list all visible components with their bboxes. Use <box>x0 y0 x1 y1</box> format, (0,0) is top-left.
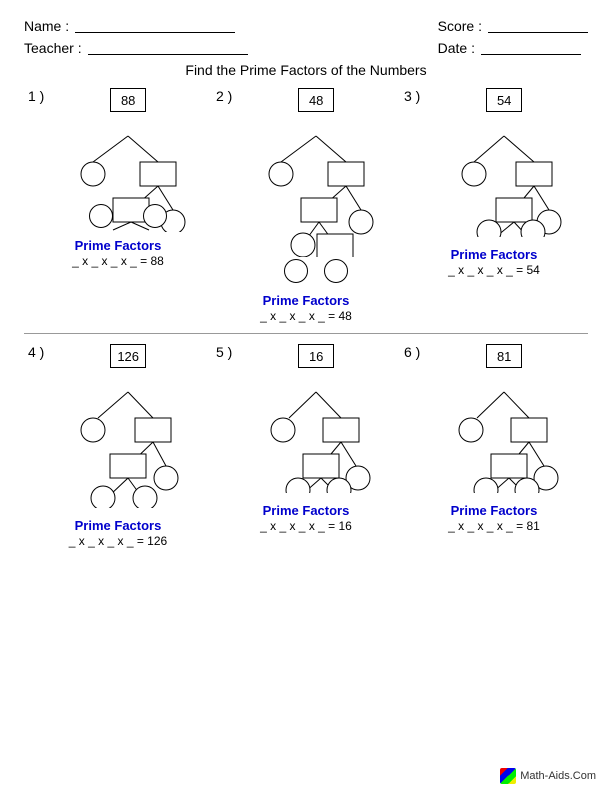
problem-5-footer: Prime Factors _ x _ x _ x _ = 16 <box>260 499 352 533</box>
score-line: Score : <box>438 18 588 34</box>
p1-equation: _ x _ x _ x _ = 88 <box>72 254 164 268</box>
name-underline[interactable] <box>75 19 235 33</box>
p6-prime-label: Prime Factors <box>451 503 538 518</box>
date-underline[interactable] <box>481 41 581 55</box>
problem-6: 6 ) 81 <box>400 342 588 550</box>
header-left: Name : Teacher : <box>24 18 248 56</box>
score-underline[interactable] <box>488 19 588 33</box>
problem-2-tree <box>251 112 381 257</box>
p4-prime-label: Prime Factors <box>75 518 162 533</box>
name-label: Name : <box>24 18 69 34</box>
p6-equation: _ x _ x _ x _ = 81 <box>448 519 540 533</box>
teacher-line: Teacher : <box>24 40 248 56</box>
problem-4-num: 4 ) <box>28 344 44 360</box>
problem-3-footer: Prime Factors _ x _ x _ x _ = 54 <box>448 243 540 277</box>
header: Name : Teacher : Score : Date : <box>24 18 588 56</box>
date-label: Date : <box>438 40 475 56</box>
problem-5-root[interactable]: 16 <box>298 344 334 368</box>
problem-4-root[interactable]: 126 <box>110 344 146 368</box>
problem-3-tree <box>439 112 569 237</box>
p2-prime-label: Prime Factors <box>263 293 350 308</box>
teacher-label: Teacher : <box>24 40 82 56</box>
problem-6-footer: Prime Factors _ x _ x _ x _ = 81 <box>448 499 540 533</box>
problem-5-tree <box>251 368 381 493</box>
problem-5-num: 5 ) <box>216 344 232 360</box>
p3-equation: _ x _ x _ x _ = 54 <box>448 263 540 277</box>
problem-4-footer: Prime Factors _ x _ x _ x _ = 126 <box>69 514 167 548</box>
p4-equation: _ x _ x _ x _ = 126 <box>69 534 167 548</box>
problem-4: 4 ) 126 <box>24 342 212 550</box>
p3-prime-label: Prime Factors <box>451 247 538 262</box>
problem-3-root[interactable]: 54 <box>486 88 522 112</box>
p1-prime-label: Prime Factors <box>75 238 162 253</box>
teacher-underline[interactable] <box>88 41 248 55</box>
date-line: Date : <box>438 40 588 56</box>
problem-2: 2 ) 48 <box>212 86 400 325</box>
p2-leaf1[interactable] <box>284 259 308 283</box>
problem-1-num: 1 ) <box>28 88 44 104</box>
watermark-logo <box>500 768 516 784</box>
p2-leaf2[interactable] <box>324 259 348 283</box>
problem-2-footer: Prime Factors _ x _ x _ x _ = 48 <box>260 289 352 323</box>
watermark: Math-Aids.Com <box>500 768 596 784</box>
name-line: Name : <box>24 18 248 34</box>
problem-1: 1 ) 88 <box>24 86 212 325</box>
problem-6-tree <box>439 368 569 493</box>
problem-6-num: 6 ) <box>404 344 420 360</box>
p5-equation: _ x _ x _ x _ = 16 <box>260 519 352 533</box>
page-title: Find the Prime Factors of the Numbers <box>24 62 588 78</box>
p2-equation: _ x _ x _ x _ = 48 <box>260 309 352 323</box>
problem-2-root[interactable]: 48 <box>298 88 334 112</box>
problem-6-root[interactable]: 81 <box>486 344 522 368</box>
p5-prime-label: Prime Factors <box>263 503 350 518</box>
problem-2-num: 2 ) <box>216 88 232 104</box>
problem-1-root[interactable]: 88 <box>110 88 146 112</box>
problem-5: 5 ) 16 <box>212 342 400 550</box>
page: Name : Teacher : Score : Date : Find the… <box>0 0 612 792</box>
problem-1-footer: Prime Factors _ x _ x _ x _ = 88 <box>72 234 164 268</box>
score-label: Score : <box>438 18 482 34</box>
p1-leaf2[interactable] <box>143 204 167 228</box>
row-divider <box>24 333 588 334</box>
watermark-text: Math-Aids.Com <box>520 770 596 782</box>
problem-3-num: 3 ) <box>404 88 420 104</box>
header-right: Score : Date : <box>438 18 588 56</box>
problem-4-tree <box>63 368 193 508</box>
problem-3: 3 ) 54 <box>400 86 588 325</box>
p1-leaf1[interactable] <box>89 204 113 228</box>
